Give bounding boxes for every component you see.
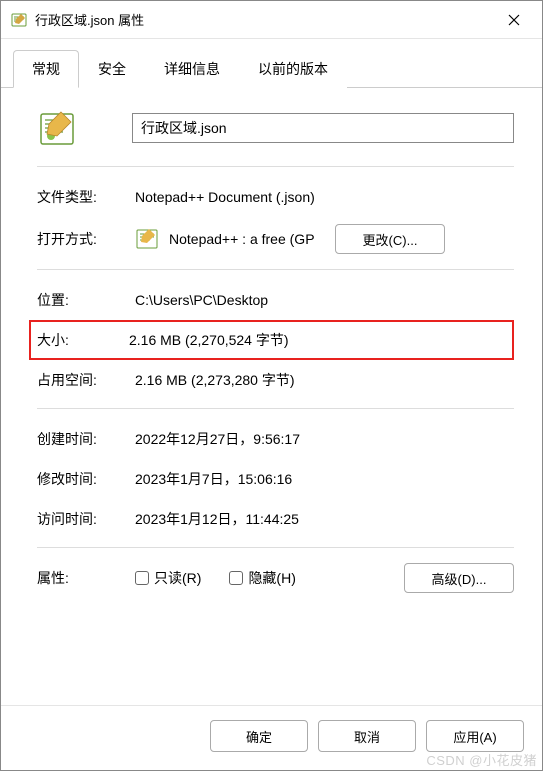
window-title: 行政区域.json 属性 bbox=[35, 10, 494, 29]
file-type-label: 文件类型: bbox=[37, 187, 135, 207]
tab-previous-versions[interactable]: 以前的版本 bbox=[239, 50, 347, 88]
divider bbox=[37, 408, 514, 409]
tab-general[interactable]: 常规 bbox=[13, 50, 79, 88]
close-button[interactable] bbox=[494, 5, 534, 35]
modified-label: 修改时间: bbox=[37, 469, 135, 489]
file-type-row: 文件类型: Notepad++ Document (.json) bbox=[37, 177, 514, 217]
notepadpp-file-icon bbox=[37, 108, 77, 148]
file-name-row bbox=[37, 108, 514, 148]
modified-row: 修改时间: 2023年1月7日，15:06:16 bbox=[37, 459, 514, 499]
readonly-label: 只读(R) bbox=[154, 568, 201, 588]
created-row: 创建时间: 2022年12月27日，9:56:17 bbox=[37, 419, 514, 459]
notepadpp-app-icon bbox=[135, 227, 159, 251]
change-button[interactable]: 更改(C)... bbox=[335, 224, 445, 254]
divider bbox=[37, 269, 514, 270]
cancel-button[interactable]: 取消 bbox=[318, 720, 416, 752]
file-type-value: Notepad++ Document (.json) bbox=[135, 189, 514, 205]
location-label: 位置: bbox=[37, 290, 135, 310]
modified-value: 2023年1月7日，15:06:16 bbox=[135, 469, 514, 489]
attributes-row: 属性: 只读(R) 隐藏(H) 高级(D)... bbox=[37, 558, 514, 598]
advanced-button[interactable]: 高级(D)... bbox=[404, 563, 514, 593]
created-label: 创建时间: bbox=[37, 429, 135, 449]
tab-security[interactable]: 安全 bbox=[79, 50, 145, 88]
divider bbox=[37, 166, 514, 167]
open-with-row: 打开方式: Notepad++ : a free (GP 更改(C)... bbox=[37, 217, 514, 261]
readonly-checkbox[interactable] bbox=[135, 571, 149, 585]
open-with-label: 打开方式: bbox=[37, 229, 135, 249]
size-label: 大小: bbox=[37, 330, 129, 350]
location-row: 位置: C:\Users\PC\Desktop bbox=[37, 280, 514, 320]
hidden-checkbox[interactable] bbox=[229, 571, 243, 585]
location-value: C:\Users\PC\Desktop bbox=[135, 292, 514, 308]
size-row-highlighted: 大小: 2.16 MB (2,270,524 字节) bbox=[29, 320, 514, 360]
ok-button[interactable]: 确定 bbox=[210, 720, 308, 752]
titlebar: 行政区域.json 属性 bbox=[1, 1, 542, 39]
attributes-group: 只读(R) 隐藏(H) bbox=[135, 568, 404, 588]
accessed-row: 访问时间: 2023年1月12日，11:44:25 bbox=[37, 499, 514, 539]
tab-bar: 常规 安全 详细信息 以前的版本 bbox=[1, 39, 542, 88]
dialog-footer: 确定 取消 应用(A) bbox=[1, 705, 542, 770]
attributes-label: 属性: bbox=[37, 568, 135, 588]
created-value: 2022年12月27日，9:56:17 bbox=[135, 429, 514, 449]
hidden-label: 隐藏(H) bbox=[248, 568, 295, 588]
open-with-value: Notepad++ : a free (GP bbox=[169, 231, 335, 247]
size-value: 2.16 MB (2,270,524 字节) bbox=[129, 330, 506, 350]
tab-details[interactable]: 详细信息 bbox=[145, 50, 239, 88]
properties-dialog: 行政区域.json 属性 常规 安全 详细信息 以前的版本 文件类型: Note… bbox=[0, 0, 543, 771]
accessed-label: 访问时间: bbox=[37, 509, 135, 529]
close-icon bbox=[508, 14, 520, 26]
notepadpp-title-icon bbox=[11, 12, 27, 28]
apply-button[interactable]: 应用(A) bbox=[426, 720, 524, 752]
hidden-checkbox-item[interactable]: 隐藏(H) bbox=[229, 568, 295, 588]
divider bbox=[37, 547, 514, 548]
size-on-disk-value: 2.16 MB (2,273,280 字节) bbox=[135, 370, 514, 390]
size-on-disk-row: 占用空间: 2.16 MB (2,273,280 字节) bbox=[37, 360, 514, 400]
size-on-disk-label: 占用空间: bbox=[37, 370, 135, 390]
readonly-checkbox-item[interactable]: 只读(R) bbox=[135, 568, 201, 588]
file-name-input[interactable] bbox=[132, 113, 514, 143]
general-panel: 文件类型: Notepad++ Document (.json) 打开方式: N… bbox=[1, 88, 542, 705]
accessed-value: 2023年1月12日，11:44:25 bbox=[135, 509, 514, 529]
